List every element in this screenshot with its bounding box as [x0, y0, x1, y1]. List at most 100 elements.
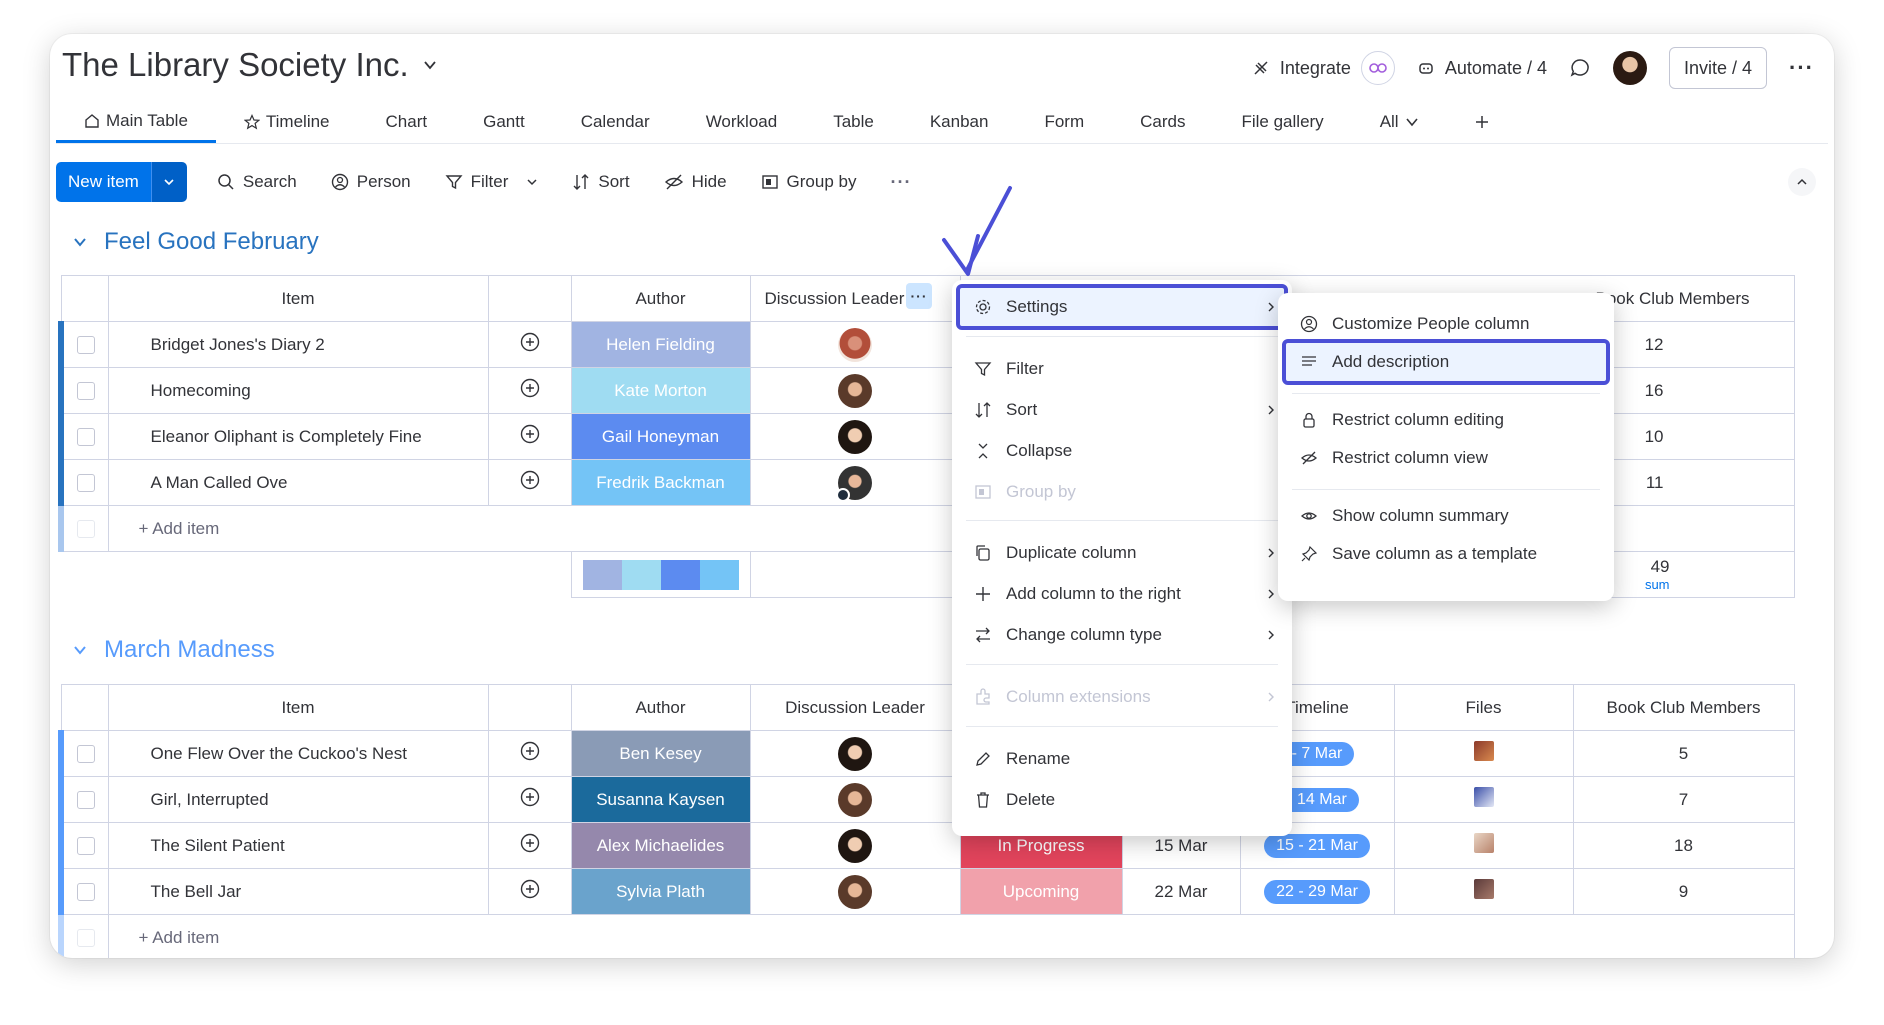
discussion-leader-cell[interactable]: [749, 730, 961, 777]
discussion-leader-cell[interactable]: [749, 868, 961, 915]
menu-item-collapse[interactable]: Collapse: [952, 434, 1292, 468]
row-checkbox[interactable]: [58, 730, 109, 777]
new-item-dropdown[interactable]: [150, 162, 187, 202]
menu-item-restrict-column-view[interactable]: Restrict column view: [1278, 441, 1614, 475]
chat-bubble-icon[interactable]: [1569, 57, 1591, 79]
file-thumbnail[interactable]: [1473, 787, 1494, 807]
files-cell[interactable]: [1393, 730, 1574, 777]
select-all-checkbox[interactable]: [60, 275, 109, 322]
menu-item-settings[interactable]: Settings: [952, 290, 1292, 324]
column-header-item[interactable]: Item: [107, 684, 489, 731]
item-name[interactable]: A Man Called Ove: [107, 459, 489, 506]
files-cell[interactable]: [1393, 776, 1574, 823]
add-update-icon[interactable]: [487, 822, 572, 869]
hide-button[interactable]: Hide: [664, 172, 727, 192]
sort-button[interactable]: Sort: [572, 172, 630, 192]
table-row[interactable]: Girl, Interrupted Susanna Kaysen - 14 Ma…: [58, 776, 1795, 823]
menu-item-add-description[interactable]: Add description: [1278, 345, 1614, 379]
book-club-members-cell[interactable]: 5: [1572, 730, 1795, 777]
discussion-leader-cell[interactable]: [749, 367, 961, 414]
add-update-icon[interactable]: [487, 413, 572, 460]
menu-item-sort[interactable]: Sort: [952, 393, 1292, 427]
author-summary[interactable]: [570, 551, 751, 598]
column-header-author[interactable]: Author: [570, 684, 751, 731]
row-checkbox[interactable]: [58, 459, 109, 506]
author-cell[interactable]: Alex Michaelides: [570, 822, 751, 869]
column-header-discussion-leader[interactable]: Discussion Leader: [749, 684, 961, 731]
search-button[interactable]: Search: [217, 172, 297, 192]
tab-calendar[interactable]: Calendar: [553, 101, 678, 143]
item-name[interactable]: Homecoming: [107, 367, 489, 414]
row-checkbox[interactable]: [58, 868, 109, 915]
tab-form[interactable]: Form: [1016, 101, 1112, 143]
menu-item-rename[interactable]: Rename: [952, 742, 1292, 776]
menu-item-change-column-type[interactable]: Change column type: [952, 618, 1292, 652]
menu-item-save-column-template[interactable]: Save column as a template: [1278, 537, 1614, 571]
tab-chart[interactable]: Chart: [358, 101, 456, 143]
group-title-feel-good-february[interactable]: Feel Good February: [72, 228, 319, 256]
collapse-header-button[interactable]: [1788, 168, 1816, 196]
file-thumbnail[interactable]: [1473, 879, 1494, 899]
group-by-button[interactable]: Group by: [761, 172, 856, 192]
invite-button[interactable]: Invite / 4: [1668, 47, 1768, 89]
tab-kanban[interactable]: Kanban: [902, 101, 1017, 143]
author-cell[interactable]: Ben Kesey: [570, 730, 751, 777]
add-update-icon[interactable]: [487, 459, 572, 506]
author-cell[interactable]: Helen Fielding: [570, 321, 751, 368]
status-cell[interactable]: Upcoming: [959, 868, 1123, 915]
discussion-leader-cell[interactable]: [749, 822, 961, 869]
tab-table[interactable]: Table: [805, 101, 902, 143]
item-name[interactable]: The Bell Jar: [107, 868, 489, 915]
table-row[interactable]: One Flew Over the Cuckoo's Nest Ben Kese…: [58, 730, 1795, 777]
tab-main-table[interactable]: Main Table: [56, 101, 216, 143]
add-view-button[interactable]: [1447, 101, 1517, 143]
tab-file-gallery[interactable]: File gallery: [1213, 101, 1351, 143]
item-name[interactable]: One Flew Over the Cuckoo's Nest: [107, 730, 489, 777]
tab-workload[interactable]: Workload: [678, 101, 806, 143]
item-name[interactable]: Eleanor Oliphant is Completely Fine: [107, 413, 489, 460]
discussion-leader-cell[interactable]: [749, 776, 961, 823]
discussion-leader-cell[interactable]: [749, 413, 961, 460]
chevron-down-icon[interactable]: [72, 234, 88, 250]
row-checkbox[interactable]: [58, 413, 109, 460]
more-options-icon[interactable]: ···: [1789, 55, 1814, 81]
timeline-cell[interactable]: 22 - 29 Mar: [1239, 868, 1395, 915]
book-club-members-cell[interactable]: 7: [1572, 776, 1795, 823]
column-header-item[interactable]: Item: [107, 275, 489, 322]
menu-item-show-column-summary[interactable]: Show column summary: [1278, 499, 1614, 533]
chevron-down-icon[interactable]: [526, 176, 538, 188]
discussion-leader-cell[interactable]: [749, 321, 961, 368]
filter-button[interactable]: Filter: [445, 172, 539, 192]
integrate-button[interactable]: Integrate: [1252, 51, 1395, 85]
new-item-button[interactable]: New item: [56, 162, 187, 202]
author-cell[interactable]: Susanna Kaysen: [570, 776, 751, 823]
row-checkbox[interactable]: [58, 776, 109, 823]
row-checkbox[interactable]: [58, 321, 109, 368]
item-name[interactable]: The Silent Patient: [107, 822, 489, 869]
row-checkbox[interactable]: [58, 822, 109, 869]
author-cell[interactable]: Sylvia Plath: [570, 868, 751, 915]
column-header-author[interactable]: Author: [570, 275, 751, 322]
menu-item-customize-people-column[interactable]: Customize People column: [1278, 307, 1614, 341]
author-cell[interactable]: Fredrik Backman: [570, 459, 751, 506]
add-update-icon[interactable]: [487, 776, 572, 823]
add-update-icon[interactable]: [487, 868, 572, 915]
author-cell[interactable]: Kate Morton: [570, 367, 751, 414]
date-cell[interactable]: 22 Mar: [1121, 868, 1241, 915]
file-thumbnail[interactable]: [1473, 741, 1494, 761]
table-row[interactable]: The Bell Jar Sylvia Plath Upcoming 22 Ma…: [58, 868, 1795, 915]
column-header-files[interactable]: Files: [1393, 684, 1574, 731]
tab-timeline[interactable]: Timeline: [216, 101, 358, 143]
add-update-icon[interactable]: [487, 367, 572, 414]
files-cell[interactable]: [1393, 868, 1574, 915]
tab-cards[interactable]: Cards: [1112, 101, 1213, 143]
person-filter-button[interactable]: Person: [331, 172, 411, 192]
book-club-members-cell[interactable]: 18: [1572, 822, 1795, 869]
add-item-row[interactable]: + Add item: [58, 914, 1795, 958]
user-avatar[interactable]: [1612, 51, 1647, 85]
menu-item-restrict-column-editing[interactable]: Restrict column editing: [1278, 403, 1614, 437]
author-cell[interactable]: Gail Honeyman: [570, 413, 751, 460]
book-club-members-cell[interactable]: 9: [1572, 868, 1795, 915]
menu-item-filter[interactable]: Filter: [952, 352, 1292, 386]
tab-gantt[interactable]: Gantt: [455, 101, 553, 143]
